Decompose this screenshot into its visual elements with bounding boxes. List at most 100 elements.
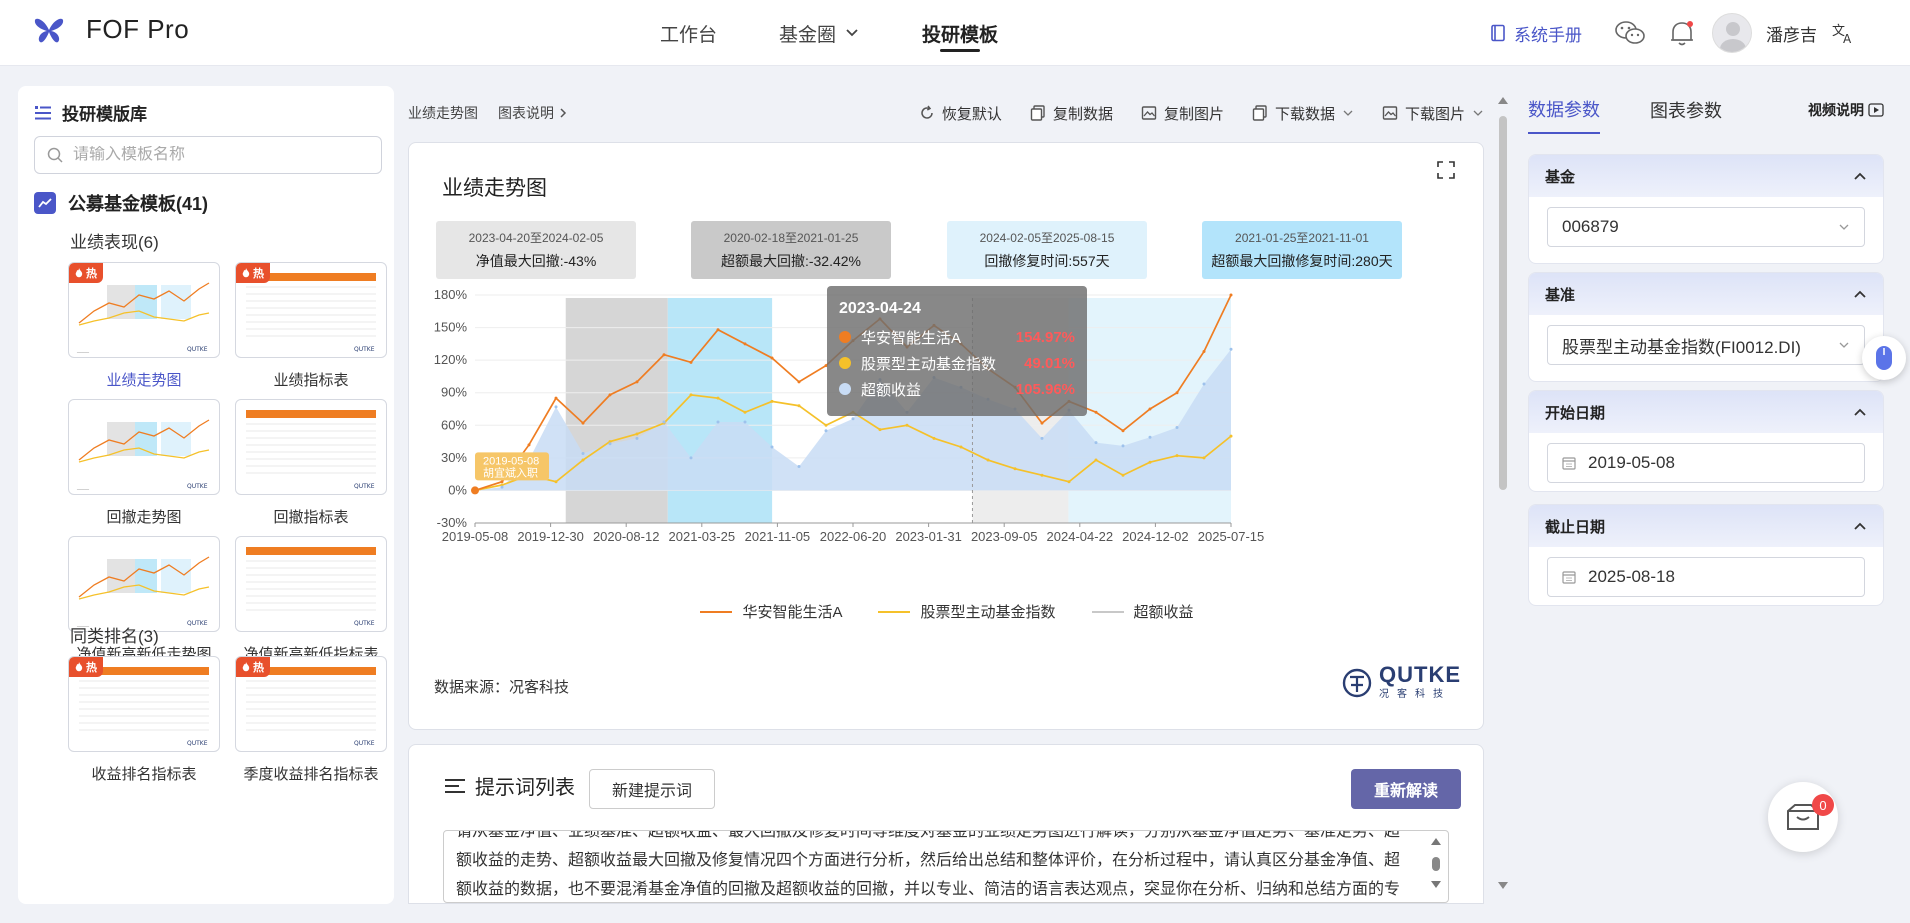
annotation-max-drawdown: 2023-04-20至2024-02-05 净值最大回撤:-43% xyxy=(436,221,636,279)
translate-icon[interactable]: 文A xyxy=(1831,21,1857,45)
x-tick-label: 2021-03-25 xyxy=(669,529,736,544)
data-point xyxy=(554,396,558,400)
data-point xyxy=(1229,347,1233,351)
end-date-input[interactable]: 2025-08-18 xyxy=(1547,557,1865,597)
data-point xyxy=(635,380,639,384)
x-tick-label: 2024-12-02 xyxy=(1122,529,1189,544)
template-card[interactable]: ____ QUTKE 回撤走势图 xyxy=(68,399,220,536)
prompt-text-content: 请从基金净值、业绩基准、超额收益、最大回撤及修复时间等维度对基金的业绩走势图进行… xyxy=(456,830,1401,898)
legend-item-fund[interactable]: 华安智能生活A xyxy=(700,601,842,622)
y-tick-label: 120% xyxy=(434,352,468,367)
page-scrollbar[interactable] xyxy=(1496,92,1510,892)
template-card[interactable]: ____ QUTKE 热业绩走势图 xyxy=(68,262,220,399)
scroll-up-icon[interactable] xyxy=(1496,94,1510,106)
copy-data-button[interactable]: 复制数据 xyxy=(1030,103,1113,124)
download-image-icon xyxy=(1382,106,1398,120)
template-thumbnail: ____ QUTKE xyxy=(68,536,220,632)
data-point xyxy=(716,396,720,400)
chevron-up-icon xyxy=(1854,290,1866,298)
qutke-emblem-icon xyxy=(1342,668,1372,697)
chart-explain-link[interactable]: 图表说明 xyxy=(498,103,568,123)
nav-research-template[interactable]: 投研模板 xyxy=(922,0,998,66)
new-prompt-button[interactable]: 新建提示词 xyxy=(589,769,715,809)
data-point xyxy=(851,417,855,421)
category-public-fund[interactable]: 公募基金模板(41) xyxy=(34,190,208,216)
annotation-value: 超额最大回撤:-32.42% xyxy=(720,253,862,269)
wechat-icon[interactable] xyxy=(1614,19,1646,47)
end-date-label: 截止日期 xyxy=(1545,518,1606,536)
library-title-text: 投研模版库 xyxy=(62,105,147,124)
annotation-recovery-time: 2024-02-05至2025-08-15 回撤修复时间:557天 xyxy=(947,221,1147,279)
x-tick-label: 2023-09-05 xyxy=(971,529,1037,544)
start-date-input[interactable]: 2019-05-08 xyxy=(1547,443,1865,483)
download-data-label: 下载数据 xyxy=(1274,105,1335,123)
app-logo[interactable]: FOF Pro xyxy=(34,14,189,45)
username[interactable]: 潘彦吉 xyxy=(1766,21,1817,46)
tab-chart-params[interactable]: 图表参数 xyxy=(1650,97,1722,133)
legend-item-excess[interactable]: 超额收益 xyxy=(1091,601,1194,622)
template-label: 收益排名指标表 xyxy=(91,766,197,783)
svg-text:QUTKE: QUTKE xyxy=(354,620,375,627)
template-card[interactable]: ____ QUTKE 净值新高新低走势图 xyxy=(68,536,220,673)
group-performance[interactable]: 业绩表现(6) xyxy=(70,228,159,253)
data-point xyxy=(824,429,828,433)
template-search-input[interactable] xyxy=(73,146,353,164)
video-guide-link[interactable]: 视频说明 xyxy=(1808,100,1884,130)
search-icon xyxy=(47,147,63,163)
fund-select[interactable]: 006879 xyxy=(1547,207,1865,247)
chart-title: 业绩走势图 xyxy=(442,177,547,200)
template-card[interactable]: QUTKE 净值新高新低指标表 xyxy=(235,536,387,673)
group-ranking[interactable]: 同类排名(3) xyxy=(70,622,159,647)
tooltip-dot xyxy=(839,331,851,343)
x-tick-label: 2024-04-22 xyxy=(1047,529,1114,544)
floating-assistant-button[interactable] xyxy=(1862,336,1906,380)
template-card[interactable]: QUTKE 热业绩指标表 xyxy=(235,262,387,399)
chevron-right-icon xyxy=(560,108,567,118)
legend-item-index[interactable]: 股票型主动基金指数 xyxy=(878,601,1056,622)
download-data-button[interactable]: 下载数据 xyxy=(1252,103,1354,124)
data-point xyxy=(608,393,612,397)
reinterpret-button[interactable]: 重新解读 xyxy=(1351,769,1461,809)
data-point xyxy=(527,443,531,447)
fullscreen-icon[interactable] xyxy=(1437,161,1455,179)
start-date-header[interactable]: 开始日期 xyxy=(1529,391,1883,433)
avatar[interactable] xyxy=(1712,13,1752,53)
prompt-scrollbar[interactable] xyxy=(1428,833,1444,901)
copy-image-button[interactable]: 复制图片 xyxy=(1141,103,1224,124)
user-avatar-icon xyxy=(1720,22,1746,52)
calendar-icon xyxy=(1562,457,1576,470)
template-search-box[interactable] xyxy=(34,136,382,174)
download-image-button[interactable]: 下载图片 xyxy=(1382,103,1484,124)
benchmark-select[interactable]: 股票型主动基金指数(FI0012.DI) xyxy=(1547,325,1865,365)
template-card[interactable]: QUTKE 热收益排名指标表 xyxy=(68,656,220,793)
y-tick-label: 60% xyxy=(441,417,467,432)
template-card[interactable]: QUTKE 热季度收益排名指标表 xyxy=(235,656,387,793)
template-label: 业绩走势图 xyxy=(106,372,182,389)
svg-text:QUTKE: QUTKE xyxy=(354,483,375,490)
scroll-down-icon[interactable] xyxy=(1496,880,1510,892)
benchmark-section-header[interactable]: 基准 xyxy=(1529,273,1883,315)
restore-default-button[interactable]: 恢复默认 xyxy=(919,103,1002,124)
data-point xyxy=(635,436,639,440)
data-point xyxy=(1094,410,1098,414)
data-point xyxy=(932,436,936,440)
cart-button[interactable]: 0 xyxy=(1768,782,1838,852)
data-point xyxy=(1040,421,1044,425)
play-icon xyxy=(1868,103,1884,117)
flame-icon xyxy=(242,268,250,278)
legend-label: 超额收益 xyxy=(1133,604,1194,621)
fund-section-header[interactable]: 基金 xyxy=(1529,155,1883,197)
benchmark-label: 基准 xyxy=(1545,286,1576,304)
scroll-thumb[interactable] xyxy=(1499,116,1507,490)
bell-icon[interactable] xyxy=(1668,18,1696,48)
end-date-header[interactable]: 截止日期 xyxy=(1529,505,1883,547)
system-manual-link[interactable]: 系统手册 xyxy=(1490,21,1582,46)
data-point xyxy=(770,445,774,449)
nav-workbench[interactable]: 工作台 xyxy=(660,0,717,66)
data-point xyxy=(1013,467,1017,471)
template-card[interactable]: QUTKE 回撤指标表 xyxy=(235,399,387,536)
legend-label: 股票型主动基金指数 xyxy=(920,604,1056,621)
prompt-textarea[interactable]: 请从基金净值、业绩基准、超额收益、最大回撤及修复时间等维度对基金的业绩走势图进行… xyxy=(443,830,1449,903)
nav-fund-circle[interactable]: 基金圈 xyxy=(779,0,860,66)
tab-data-params[interactable]: 数据参数 xyxy=(1528,96,1600,134)
